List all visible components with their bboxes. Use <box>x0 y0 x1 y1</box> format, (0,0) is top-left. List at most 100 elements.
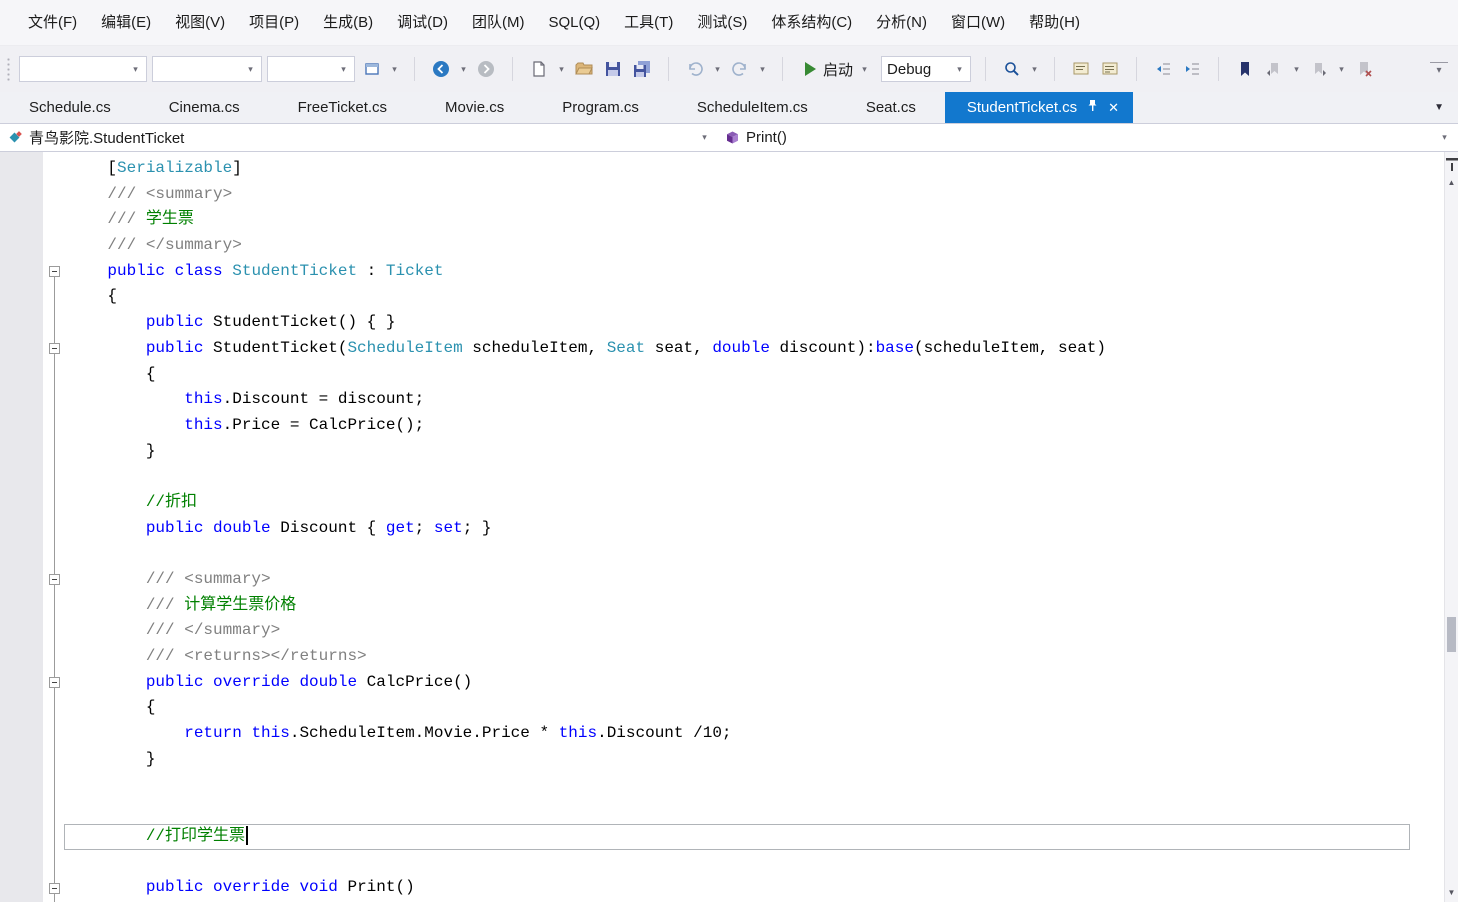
open-file-icon[interactable] <box>572 56 596 82</box>
menu-item-sql[interactable]: SQL(Q) <box>536 0 612 46</box>
chevron-down-icon[interactable]: ▾ <box>1291 64 1302 75</box>
tab-schedule-cs[interactable]: Schedule.cs <box>0 92 140 123</box>
menu-item-debug[interactable]: 调试(D) <box>385 0 460 46</box>
next-bookmark-icon[interactable] <box>1307 56 1331 82</box>
code-line[interactable]: this.Price = CalcPrice(); <box>43 413 1444 439</box>
tab-seat-cs[interactable]: Seat.cs <box>837 92 945 123</box>
save-all-icon[interactable] <box>630 56 654 82</box>
save-icon[interactable] <box>601 56 625 82</box>
member-dropdown[interactable]: Print() ▾ <box>718 124 1458 151</box>
code-editor[interactable]: [Serializable] /// <summary> /// 学生票 /// </… <box>0 152 1458 902</box>
toolbar-overflow-button[interactable]: ▾ <box>1430 62 1448 76</box>
clear-bookmarks-icon[interactable] <box>1352 56 1376 82</box>
code-line[interactable]: //折扣 <box>43 490 1444 516</box>
tab-list-dropdown-icon[interactable]: ▼ <box>1420 102 1458 113</box>
code-line[interactable]: { <box>43 284 1444 310</box>
tab-scheduleitem-cs[interactable]: ScheduleItem.cs <box>668 92 837 123</box>
code-line[interactable]: public class StudentTicket : Ticket <box>43 259 1444 285</box>
toolbar-combo-1[interactable]: ▾ <box>19 56 147 82</box>
code-line[interactable] <box>43 850 1444 876</box>
chevron-down-icon[interactable]: ▾ <box>1029 64 1040 75</box>
menu-item-architecture[interactable]: 体系结构(C) <box>759 0 864 46</box>
menu-item-window[interactable]: 窗口(W) <box>939 0 1017 46</box>
type-dropdown[interactable]: 青鸟影院.StudentTicket ▾ <box>0 124 718 151</box>
code-line[interactable]: /// 学生票 <box>43 207 1444 233</box>
menu-item-file[interactable]: 文件(F) <box>16 0 89 46</box>
fold-collapse-icon[interactable] <box>43 259 65 285</box>
code-line[interactable]: return this.ScheduleItem.Movie.Price * t… <box>43 721 1444 747</box>
code-line[interactable]: this.Discount = discount; <box>43 387 1444 413</box>
find-icon[interactable] <box>1000 56 1024 82</box>
scroll-up-button[interactable]: ▲ <box>1445 176 1458 190</box>
navigate-back-icon[interactable] <box>429 56 453 82</box>
fold-collapse-icon[interactable] <box>43 336 65 362</box>
menu-item-view[interactable]: 视图(V) <box>163 0 237 46</box>
bookmark-toggle-icon[interactable] <box>1233 56 1257 82</box>
code-line[interactable]: { <box>43 362 1444 388</box>
code-line[interactable]: /// </summary> <box>43 618 1444 644</box>
scroll-down-button[interactable]: ▼ <box>1445 886 1458 900</box>
chevron-down-icon[interactable]: ▾ <box>757 64 768 75</box>
menu-item-team[interactable]: 团队(M) <box>460 0 537 46</box>
split-handle[interactable] <box>1445 152 1458 176</box>
pin-icon[interactable] <box>1087 99 1098 116</box>
toolbar-combo-3[interactable]: ▾ <box>267 56 355 82</box>
prev-bookmark-icon[interactable] <box>1262 56 1286 82</box>
start-debug-button[interactable]: 启动 ▾ <box>797 55 876 83</box>
indicator-margin[interactable] <box>0 152 43 902</box>
code-line[interactable]: } <box>43 439 1444 465</box>
code-line[interactable]: /// <returns></returns> <box>43 644 1444 670</box>
toolbar-grip[interactable] <box>6 57 11 81</box>
fold-collapse-icon[interactable] <box>43 875 65 901</box>
redo-icon[interactable] <box>728 56 752 82</box>
undo-icon[interactable] <box>683 56 707 82</box>
code-line[interactable] <box>43 798 1444 824</box>
tab-studentticket-cs[interactable]: StudentTicket.cs ✕ <box>944 92 1134 123</box>
new-project-icon[interactable] <box>360 56 384 82</box>
menu-item-tools[interactable]: 工具(T) <box>612 0 685 46</box>
code-line[interactable]: public override void Print() <box>43 875 1444 901</box>
code-line[interactable]: public override double CalcPrice() <box>43 670 1444 696</box>
menu-item-build[interactable]: 生成(B) <box>311 0 385 46</box>
code-line[interactable]: /// <summary> <box>43 567 1444 593</box>
new-file-icon[interactable] <box>527 56 551 82</box>
chevron-down-icon[interactable]: ▾ <box>389 64 400 75</box>
code-line[interactable]: public StudentTicket() { } <box>43 310 1444 336</box>
tab-freeticket-cs[interactable]: FreeTicket.cs <box>269 92 416 123</box>
menu-item-project[interactable]: 项目(P) <box>237 0 311 46</box>
code-line[interactable]: public double Discount { get; set; } <box>43 516 1444 542</box>
code-line[interactable]: /// 计算学生票价格 <box>43 593 1444 619</box>
chevron-down-icon[interactable]: ▾ <box>556 64 567 75</box>
tab-program-cs[interactable]: Program.cs <box>533 92 668 123</box>
fold-collapse-icon[interactable] <box>43 670 65 696</box>
menu-item-analyze[interactable]: 分析(N) <box>864 0 939 46</box>
vertical-scrollbar[interactable]: ▲ ▼ <box>1444 152 1458 902</box>
indent-increase-icon[interactable] <box>1180 56 1204 82</box>
code-line[interactable]: } <box>43 747 1444 773</box>
code-line[interactable]: /// </summary> <box>43 233 1444 259</box>
code-line[interactable]: [Serializable] <box>43 156 1444 182</box>
code-line[interactable]: /// <summary> <box>43 182 1444 208</box>
debug-config-combo[interactable]: Debug ▾ <box>881 56 972 82</box>
code-line[interactable]: //打印学生票 <box>43 823 1444 850</box>
navigate-forward-icon[interactable] <box>474 56 498 82</box>
close-icon[interactable]: ✕ <box>1108 101 1119 114</box>
uncomment-lines-icon[interactable] <box>1098 56 1122 82</box>
menu-item-edit[interactable]: 编辑(E) <box>89 0 163 46</box>
chevron-down-icon[interactable]: ▾ <box>458 64 469 75</box>
chevron-down-icon[interactable]: ▾ <box>1336 64 1347 75</box>
toolbar-combo-2[interactable]: ▾ <box>152 56 262 82</box>
menu-item-test[interactable]: 测试(S) <box>685 0 759 46</box>
code-line[interactable]: { <box>43 695 1444 721</box>
chevron-down-icon[interactable]: ▾ <box>712 64 723 75</box>
fold-collapse-icon[interactable] <box>43 567 65 593</box>
code-line[interactable] <box>43 464 1444 490</box>
scrollbar-thumb[interactable] <box>1447 617 1456 652</box>
code-line[interactable] <box>43 773 1444 799</box>
tab-cinema-cs[interactable]: Cinema.cs <box>140 92 269 123</box>
indent-decrease-icon[interactable] <box>1151 56 1175 82</box>
code-line[interactable]: public StudentTicket(ScheduleItem schedu… <box>43 336 1444 362</box>
comment-lines-icon[interactable] <box>1069 56 1093 82</box>
tab-movie-cs[interactable]: Movie.cs <box>416 92 533 123</box>
menu-item-help[interactable]: 帮助(H) <box>1017 0 1092 46</box>
